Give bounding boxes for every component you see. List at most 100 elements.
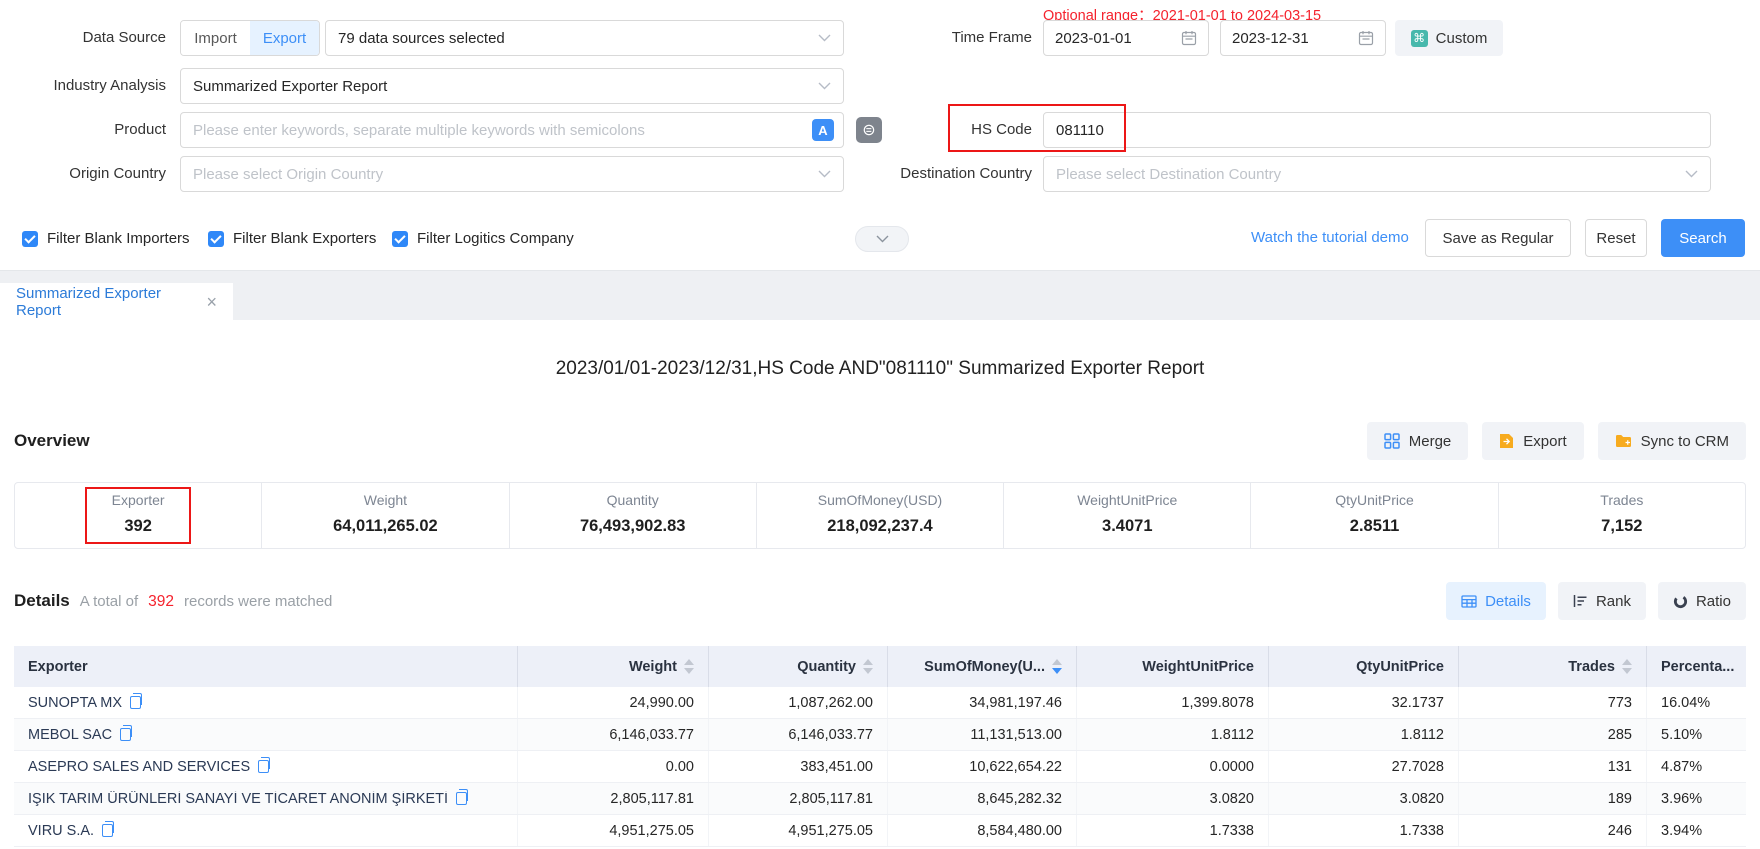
merge-grid-icon (1384, 433, 1400, 449)
hs-code-input[interactable] (1043, 112, 1711, 148)
chevron-down-icon (818, 34, 831, 42)
exporter-name-link[interactable]: ASEPRO SALES AND SERVICES (28, 759, 250, 775)
calendar-icon[interactable] (1358, 30, 1374, 46)
stat-quantity: Quantity 76,493,902.83 (509, 483, 756, 548)
copy-icon[interactable] (456, 792, 467, 805)
table-row: SUNOPTA MX 24,990.00 1,087,262.00 34,981… (14, 687, 1746, 719)
view-details-button[interactable]: Details (1446, 582, 1546, 620)
exporter-cell: MEBOL SAC (14, 719, 517, 750)
product-keywords-input[interactable] (180, 112, 844, 148)
custom-range-button[interactable]: ⌘ Custom (1395, 20, 1503, 56)
column-header-percentage: Percenta... (1646, 646, 1746, 687)
exporter-cell: SUNOPTA MX (14, 687, 517, 718)
product-label: Product (0, 112, 166, 148)
end-date-picker[interactable]: 2023-12-31 (1220, 20, 1386, 56)
checkbox-checked-icon (208, 231, 224, 247)
column-header-qty-unit-price: QtyUnitPrice (1268, 646, 1458, 687)
expand-filters-toggle[interactable] (855, 226, 909, 252)
table-row: ASEPRO SALES AND SERVICES 0.00 383,451.0… (14, 751, 1746, 783)
tab-label: Summarized Exporter Report (16, 285, 206, 319)
data-sources-select[interactable]: 79 data sources selected (325, 20, 844, 56)
industry-analysis-label: Industry Analysis (0, 68, 166, 104)
details-header: Details A total of 392 records were matc… (14, 582, 1746, 620)
stat-trades: Trades 7,152 (1498, 483, 1745, 548)
filter-blank-importers-checkbox[interactable]: Filter Blank Importers (22, 230, 190, 247)
filter-blank-exporters-checkbox[interactable]: Filter Blank Exporters (208, 230, 376, 247)
copy-icon[interactable] (102, 824, 113, 837)
origin-country-placeholder: Please select Origin Country (193, 166, 383, 183)
industry-analysis-value: Summarized Exporter Report (193, 78, 387, 95)
reset-button[interactable]: Reset (1585, 219, 1647, 257)
time-frame-label: Time Frame (850, 20, 1032, 56)
export-toggle[interactable]: Export (250, 21, 319, 55)
view-rank-button[interactable]: Rank (1558, 582, 1646, 620)
destination-country-select[interactable]: Please select Destination Country (1043, 156, 1711, 192)
sort-carets-icon[interactable] (863, 659, 873, 674)
stat-weight: Weight 64,011,265.02 (261, 483, 508, 548)
exporter-cell: IŞIK TARIM ÜRÜNLERİ SANAYİ VE TİCARET AN… (14, 783, 517, 814)
overview-header: Overview Merge Export Sync to CRM (14, 422, 1746, 460)
column-header-weight[interactable]: Weight (517, 646, 708, 687)
checkbox-label: Filter Logitics Company (417, 230, 574, 247)
column-header-sum-of-money[interactable]: SumOfMoney(U... (887, 646, 1076, 687)
column-header-exporter: Exporter (14, 646, 517, 687)
save-as-regular-button[interactable]: Save as Regular (1425, 219, 1571, 257)
copy-icon[interactable] (130, 696, 141, 709)
view-ratio-button[interactable]: Ratio (1658, 582, 1746, 620)
command-icon: ⌘ (1411, 30, 1428, 47)
details-heading: Details (14, 591, 70, 611)
exporter-name-link[interactable]: VIRU S.A. (28, 823, 94, 839)
chevron-down-icon (818, 82, 831, 90)
exporter-cell: VIRU S.A. (14, 815, 517, 846)
table-row: IŞIK TARIM ÜRÜNLERİ SANAYİ VE TİCARET AN… (14, 783, 1746, 815)
start-date-picker[interactable]: 2023-01-01 (1043, 20, 1209, 56)
column-header-quantity[interactable]: Quantity (708, 646, 887, 687)
total-suffix: records were matched (184, 593, 332, 610)
stat-exporter: Exporter 392 (15, 483, 261, 548)
start-date-value: 2023-01-01 (1055, 30, 1132, 47)
stat-weight-unit-price: WeightUnitPrice 3.4071 (1003, 483, 1250, 548)
destination-country-placeholder: Please select Destination Country (1056, 166, 1281, 183)
exporter-cell: ASEPRO SALES AND SERVICES (14, 751, 517, 782)
chevron-down-icon (1685, 170, 1698, 178)
tab-summarized-exporter-report[interactable]: Summarized Exporter Report × (0, 283, 233, 320)
translate-icon[interactable]: A (812, 119, 834, 141)
custom-label: Custom (1436, 30, 1488, 47)
sort-carets-desc-active-icon[interactable] (1052, 659, 1062, 674)
exporter-name-link[interactable]: SUNOPTA MX (28, 695, 122, 711)
table-grid-icon (1461, 595, 1477, 608)
sort-carets-icon[interactable] (684, 659, 694, 674)
chevron-down-icon (818, 170, 831, 178)
sort-carets-icon[interactable] (1622, 659, 1632, 674)
tutorial-demo-link[interactable]: Watch the tutorial demo (1251, 229, 1409, 246)
overview-actions: Merge Export Sync to CRM (1367, 422, 1746, 460)
chevron-down-icon (876, 235, 889, 243)
copy-icon[interactable] (258, 760, 269, 773)
export-button[interactable]: Export (1482, 422, 1583, 460)
sync-to-crm-button[interactable]: Sync to CRM (1598, 422, 1746, 460)
column-header-trades[interactable]: Trades (1458, 646, 1646, 687)
data-sources-value: 79 data sources selected (338, 30, 505, 47)
filter-logitics-company-checkbox[interactable]: Filter Logitics Company (392, 230, 574, 247)
origin-country-select[interactable]: Please select Origin Country (180, 156, 844, 192)
close-icon[interactable]: × (206, 293, 217, 311)
exporter-name-link[interactable]: IŞIK TARIM ÜRÜNLERİ SANAYİ VE TİCARET AN… (28, 791, 448, 807)
industry-analysis-select[interactable]: Summarized Exporter Report (180, 68, 844, 104)
search-button[interactable]: Search (1661, 219, 1745, 257)
overview-heading: Overview (14, 431, 90, 451)
ratio-donut-icon (1673, 594, 1688, 609)
hs-code-label: HS Code (850, 112, 1032, 148)
stat-sum-of-money: SumOfMoney(USD) 218,092,237.4 (756, 483, 1003, 548)
checkbox-checked-icon (392, 231, 408, 247)
column-header-weight-unit-price: WeightUnitPrice (1076, 646, 1268, 687)
view-switcher: Details Rank Ratio (1446, 582, 1746, 620)
copy-icon[interactable] (120, 728, 131, 741)
destination-country-label: Destination Country (850, 156, 1032, 192)
import-toggle[interactable]: Import (181, 21, 250, 55)
merge-button[interactable]: Merge (1367, 422, 1469, 460)
exporter-name-link[interactable]: MEBOL SAC (28, 727, 112, 743)
checkbox-label: Filter Blank Exporters (233, 230, 376, 247)
table-body: SUNOPTA MX 24,990.00 1,087,262.00 34,981… (14, 687, 1746, 847)
calendar-icon[interactable] (1181, 30, 1197, 46)
end-date-value: 2023-12-31 (1232, 30, 1309, 47)
